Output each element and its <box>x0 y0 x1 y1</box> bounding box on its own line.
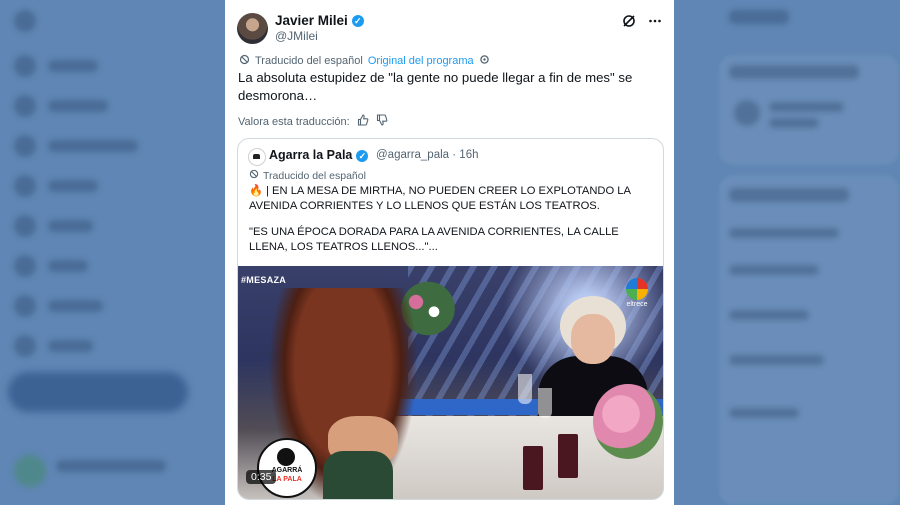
translate-icon <box>249 169 259 182</box>
tweet-card[interactable]: Javier Milei ✓ @JMilei Traducido del espa… <box>225 0 674 505</box>
rate-translation-label: Valora esta traducción: <box>238 115 350 128</box>
video-glass <box>518 374 532 404</box>
background-right-panel <box>674 0 900 505</box>
quoted-author-avatar[interactable] <box>248 148 266 166</box>
quoted-author-name-row[interactable]: Agarra la Pala ✓ <box>269 148 369 162</box>
video-hashtag-overlay: #MESAZA <box>241 275 287 285</box>
author-name-row[interactable]: Javier Milei ✓ <box>275 13 364 28</box>
translate-icon <box>239 54 250 68</box>
author-handle[interactable]: @JMilei <box>275 29 318 43</box>
author-name[interactable]: Javier Milei <box>275 13 348 28</box>
thumbs-down-icon[interactable] <box>376 114 388 129</box>
video-person-left-dress <box>323 451 393 499</box>
tweet-text: La absoluta estupidez de "la gente no pu… <box>238 70 633 103</box>
gear-icon[interactable] <box>479 54 490 68</box>
channel-logo: eltrece <box>619 278 655 308</box>
verified-badge-icon: ✓ <box>356 149 369 162</box>
quoted-author-name[interactable]: Agarra la Pala <box>269 148 352 162</box>
video-glass <box>538 388 552 418</box>
agarra-la-pala-badge: AGARRÁ LA PALA <box>257 438 317 498</box>
tweet-top-actions <box>622 14 662 31</box>
video-player[interactable]: #MESAZA eltrece AGARRÁ LA PALA 0:35 <box>238 266 663 499</box>
rate-translation: Valora esta traducción: <box>238 114 388 129</box>
show-original-link[interactable]: Original del programa <box>368 55 474 67</box>
verified-badge-icon: ✓ <box>351 15 364 28</box>
author-avatar[interactable] <box>237 13 268 44</box>
translated-label: Traducido del español <box>255 55 363 67</box>
video-duration: 0:35 <box>246 470 277 484</box>
channel-logo-label: eltrece <box>626 301 648 308</box>
video-wine-glass <box>558 434 578 478</box>
thumbs-up-icon[interactable] <box>357 114 369 129</box>
microphone-icon <box>277 448 295 466</box>
quoted-translation-notice: Traducido del español <box>249 169 366 182</box>
grok-icon[interactable] <box>622 14 636 31</box>
quoted-paragraph-2: "ES UNA ÉPOCA DORADA PARA LA AVENIDA COR… <box>249 226 619 253</box>
quoted-paragraph-1: 🔥 | EN LA MESA DE MIRTHA, NO PUEDEN CREE… <box>249 185 631 212</box>
quoted-author-handle[interactable]: @agarra_pala <box>376 149 449 161</box>
more-icon[interactable] <box>648 14 662 31</box>
quoted-text: 🔥 | EN LA MESA DE MIRTHA, NO PUEDEN CREE… <box>249 184 649 266</box>
quoted-meta: @agarra_pala · 16h <box>376 149 478 161</box>
video-wine-glass <box>523 446 543 490</box>
background-sidebar <box>0 0 225 505</box>
video-person-right-face <box>571 314 615 364</box>
translation-notice: Traducido del español Original del progr… <box>239 54 490 68</box>
quoted-time[interactable]: 16h <box>459 149 478 161</box>
video-bouquet <box>593 384 663 459</box>
quoted-translated-label: Traducido del español <box>263 169 366 182</box>
eltrece-logo-icon <box>626 278 648 300</box>
quoted-tweet[interactable]: Agarra la Pala ✓ @agarra_pala · 16h Tradu… <box>237 138 664 500</box>
